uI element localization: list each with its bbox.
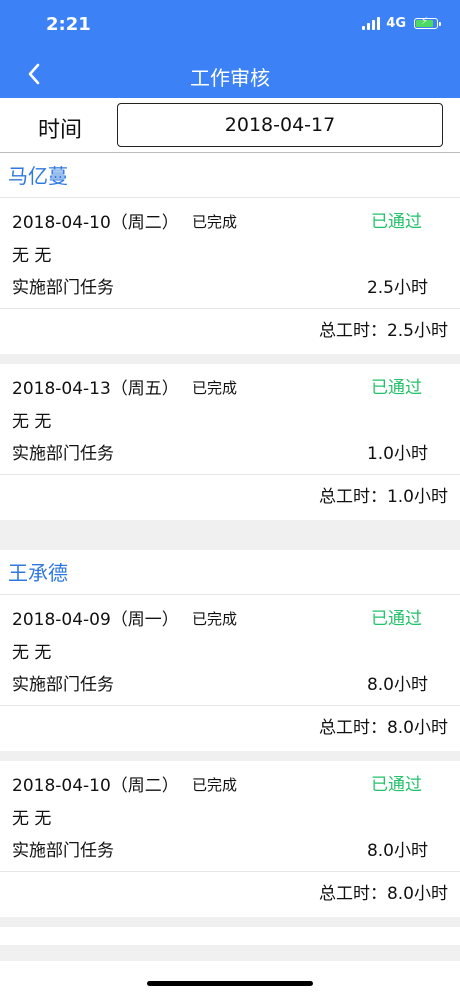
- people-container: 马亿蔓 2018-04-10（周二） 已完成 已通过无 无实施部门任务 2.5小时 总工时…: [0, 153, 460, 917]
- task-name: 实施部门任务: [12, 675, 114, 695]
- nav-bar: 工作审核: [0, 50, 460, 98]
- record-description: 无 无: [12, 412, 52, 432]
- task-hours: 8.0小时: [366, 675, 428, 695]
- approval-status: 已通过: [371, 775, 422, 795]
- record-date: 2018-04-10（周二）: [12, 776, 179, 796]
- record-status: 已完成: [192, 213, 238, 231]
- task-hours: 8.0小时: [366, 841, 428, 861]
- section-gap: [0, 530, 460, 550]
- signal-icon: [362, 17, 381, 30]
- work-record[interactable]: 2018-04-09（周一） 已完成 已通过无 无实施部门任务 8.0小时总工时：8.…: [0, 595, 460, 751]
- battery-icon: ⚡: [414, 16, 441, 29]
- work-record[interactable]: 2018-04-10（周二） 已完成 已通过无 无实施部门任务 2.5小时总工时：2.…: [0, 198, 460, 354]
- total-hours: 总工时：8.0小时: [318, 718, 448, 738]
- record-date: 2018-04-13（周五）: [12, 379, 179, 399]
- task-name: 实施部门任务: [12, 841, 114, 861]
- status-time: 2:21: [46, 14, 91, 35]
- person-name: 王承德: [0, 550, 460, 595]
- record-details: 2018-04-13（周五） 已完成 已通过无 无实施部门任务 1.0小时: [0, 364, 460, 475]
- date-picker-field[interactable]: 2018-04-17: [117, 103, 443, 147]
- approval-status: 已通过: [371, 609, 422, 629]
- home-indicator[interactable]: [147, 981, 313, 986]
- record-status: 已完成: [192, 776, 238, 794]
- work-record[interactable]: 2018-04-13（周五） 已完成 已通过无 无实施部门任务 1.0小时总工时：1.…: [0, 364, 460, 520]
- record-date: 2018-04-10（周二）: [12, 213, 179, 233]
- page-title: 工作审核: [190, 66, 270, 90]
- status-indicators: 4G ⚡: [362, 16, 441, 31]
- list-item-partial: [0, 927, 460, 945]
- home-indicator-area: [0, 961, 460, 996]
- record-status: 已完成: [192, 379, 238, 397]
- status-bar: 2:21 4G ⚡: [0, 0, 460, 50]
- record-description: 无 无: [12, 809, 52, 829]
- task-hours: 2.5小时: [366, 278, 428, 298]
- task-name: 实施部门任务: [12, 444, 114, 464]
- record-details: 2018-04-09（周一） 已完成 已通过无 无实施部门任务 8.0小时: [0, 595, 460, 706]
- total-hours: 总工时：8.0小时: [318, 884, 448, 904]
- task-name: 实施部门任务: [12, 278, 114, 298]
- person-name: 马亿蔓: [0, 153, 460, 198]
- approval-status: 已通过: [371, 378, 422, 398]
- total-hours: 总工时：1.0小时: [318, 487, 448, 507]
- person-group: 王承德 2018-04-09（周一） 已完成 已通过无 无实施部门任务 8.0小时 总工时…: [0, 550, 460, 917]
- task-hours: 1.0小时: [366, 444, 428, 464]
- date-filter: 时间 2018-04-17: [0, 98, 460, 153]
- network-type: 4G: [386, 16, 406, 31]
- total-hours: 总工时：2.5小时: [318, 321, 448, 341]
- date-filter-label: 时间: [38, 118, 83, 143]
- person-group: 马亿蔓 2018-04-10（周二） 已完成 已通过无 无实施部门任务 2.5小时 总工时…: [0, 153, 460, 520]
- approval-status: 已通过: [371, 212, 422, 232]
- record-status: 已完成: [192, 610, 238, 628]
- record-description: 无 无: [12, 643, 52, 663]
- review-list: 马亿蔓 2018-04-10（周二） 已完成 已通过无 无实施部门任务 2.5小时 总工时…: [0, 153, 460, 961]
- work-record[interactable]: 2018-04-10（周二） 已完成 已通过无 无实施部门任务 8.0小时总工时：8.…: [0, 761, 460, 917]
- record-details: 2018-04-10（周二） 已完成 已通过无 无实施部门任务 8.0小时: [0, 761, 460, 872]
- record-date: 2018-04-09（周一）: [12, 610, 179, 630]
- record-description: 无 无: [12, 246, 52, 266]
- record-details: 2018-04-10（周二） 已完成 已通过无 无实施部门任务 2.5小时: [0, 198, 460, 309]
